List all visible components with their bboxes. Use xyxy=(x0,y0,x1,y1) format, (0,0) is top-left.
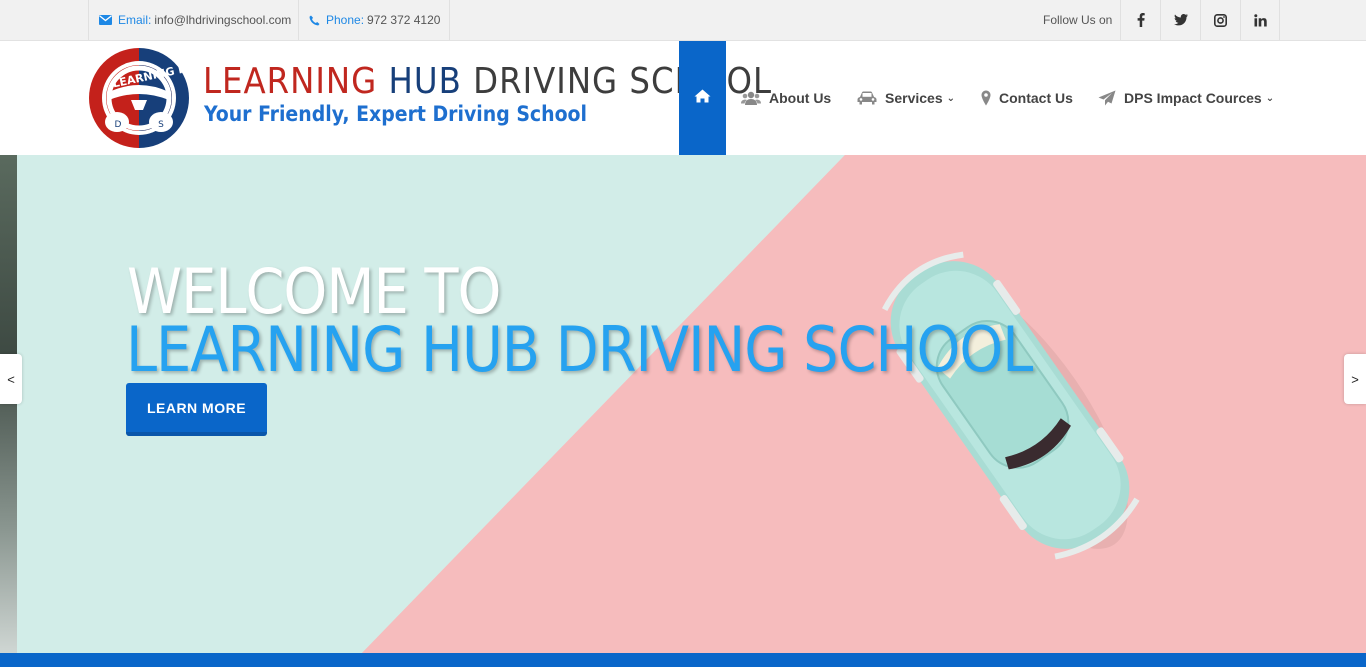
map-marker-icon xyxy=(981,90,991,106)
email-value[interactable]: info@lhdrivingschool.com xyxy=(154,13,291,27)
nav-dps-impact-cources-label: DPS Impact Cources xyxy=(1124,90,1262,106)
nav-about-us-label: About Us xyxy=(769,90,832,106)
email-contact[interactable]: Email: info@lhdrivingschool.com xyxy=(88,0,299,40)
chevron-down-icon: ⌄ xyxy=(1265,92,1275,104)
hero-slider: WELCOME TO LEARNING HUB DRIVING SCHOOL L… xyxy=(0,155,1366,653)
top-bar: Email: info@lhdrivingschool.com Phone: 9… xyxy=(0,0,1366,41)
car-icon xyxy=(857,91,877,105)
home-icon xyxy=(694,89,711,108)
phone-value[interactable]: 972 372 4120 xyxy=(367,13,440,27)
brand-title-hub: HUB xyxy=(388,61,462,102)
nav-dps-impact-cources[interactable]: DPS Impact Cources ⌄ xyxy=(1098,41,1274,155)
nav-home-button[interactable] xyxy=(679,41,726,155)
learn-more-button[interactable]: LEARN MORE xyxy=(126,383,267,436)
slider-next-button[interactable]: > xyxy=(1344,354,1366,404)
previous-slide-preview xyxy=(0,155,17,653)
linkedin-icon[interactable] xyxy=(1240,0,1280,40)
logo-letter-s: S xyxy=(158,120,164,130)
brand-subtitle: Your Friendly, Expert Driving School xyxy=(204,102,588,126)
envelope-icon xyxy=(99,15,112,25)
nav-services-label: Services xyxy=(885,90,943,106)
section-divider-bar xyxy=(0,653,1366,667)
brand-title-driving-school: DRIVING SCHOOL xyxy=(473,61,772,102)
email-label: Email: xyxy=(118,13,152,27)
phone-label: Phone: xyxy=(326,13,365,27)
chevron-down-icon: ⌄ xyxy=(946,92,955,104)
site-header: LEARNING HUB D S LEARNING HUB DRIVING SC… xyxy=(0,41,1366,155)
nav-about-us[interactable]: About Us xyxy=(741,41,831,155)
phone-contact[interactable]: Phone: 972 372 4120 xyxy=(299,0,450,40)
slider-prev-button[interactable]: < xyxy=(0,354,22,404)
instagram-icon[interactable] xyxy=(1200,0,1240,40)
facebook-icon[interactable] xyxy=(1120,0,1160,40)
brand-title-learning: LEARNING xyxy=(203,61,378,102)
twitter-icon[interactable] xyxy=(1160,0,1200,40)
logo-letter-d: D xyxy=(115,120,122,130)
nav-services[interactable]: Services ⌄ xyxy=(857,41,955,155)
hero-title: LEARNING HUB DRIVING SCHOOL xyxy=(126,313,1033,386)
phone-icon xyxy=(309,15,320,26)
toy-car-image xyxy=(881,251,1140,560)
follow-us-label: Follow Us on xyxy=(1043,13,1113,27)
school-logo[interactable]: LEARNING HUB D S xyxy=(87,48,205,148)
nav-contact-us-label: Contact Us xyxy=(999,90,1073,106)
paper-plane-icon xyxy=(1098,90,1116,106)
users-icon xyxy=(741,91,761,106)
nav-contact-us[interactable]: Contact Us xyxy=(981,41,1073,155)
